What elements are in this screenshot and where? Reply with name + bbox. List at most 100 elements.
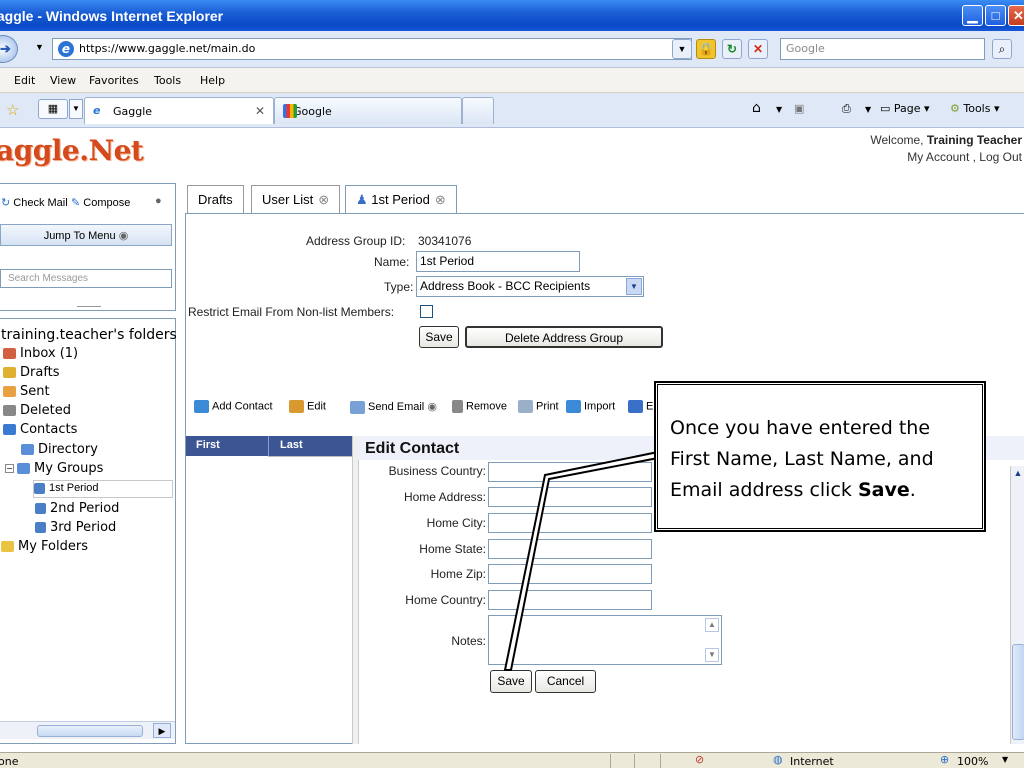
minimize-button[interactable]: ▁ [962, 5, 983, 26]
folder-contacts[interactable]: Contacts [3, 422, 77, 437]
browser-tab-google[interactable]: Google [274, 97, 462, 124]
group-1st-period[interactable]: 1st Period [33, 480, 173, 498]
group-3rd-period[interactable]: 3rd Period [35, 520, 116, 535]
group-name-value: 1st Period [420, 254, 475, 268]
scroll-thumb[interactable] [1012, 644, 1024, 740]
home-state-input[interactable] [488, 539, 652, 559]
home-address-input[interactable] [488, 487, 652, 507]
new-tab-button[interactable] [462, 97, 494, 124]
menu-favorites[interactable]: Favorites [89, 74, 139, 87]
compose-button[interactable]: ✎ Compose [71, 196, 130, 209]
tab-drafts[interactable]: Drafts [187, 185, 244, 213]
maximize-button[interactable]: □ [985, 5, 1006, 26]
notes-textarea[interactable]: ▲ ▼ [488, 615, 722, 665]
search-messages-input[interactable]: Search Messages [0, 269, 172, 288]
folder-deleted[interactable]: Deleted [3, 403, 71, 418]
menu-help[interactable]: Help [200, 74, 225, 87]
save-contact-button[interactable]: Save [490, 670, 532, 693]
folder-my-groups[interactable]: − My Groups [5, 461, 103, 476]
browser-tab-gaggle[interactable]: e Gaggle ✕ [84, 97, 274, 124]
folder-inbox[interactable]: Inbox (1) [3, 346, 78, 361]
history-dropdown-icon[interactable]: ▼ [35, 42, 44, 52]
home-icon[interactable]: ⌂ [752, 100, 761, 116]
tab-1st-period[interactable]: ♟ 1st Period ⊗ [345, 185, 457, 214]
refresh-icon[interactable]: ↻ [722, 39, 742, 59]
cancel-contact-button[interactable]: Cancel [535, 670, 596, 693]
remove-button[interactable]: Remove [452, 400, 507, 413]
lock-icon[interactable]: 🔒 [696, 39, 716, 59]
tab-user-list[interactable]: User List ⊗ [251, 185, 341, 213]
group-2nd-period[interactable]: 2nd Period [35, 501, 119, 516]
edit-button[interactable]: Edit [289, 400, 326, 413]
stop-icon[interactable]: ✕ [748, 39, 768, 59]
tab-list-dropdown-icon[interactable]: ▼ [69, 99, 83, 119]
search-box[interactable]: Google [780, 38, 985, 60]
folder-label: 3rd Period [50, 520, 117, 535]
page-menu[interactable]: ▭ Page ▾ [880, 102, 930, 115]
column-last[interactable]: Last [280, 439, 303, 451]
print-button[interactable]: Print [518, 400, 559, 413]
folder-drafts[interactable]: Drafts [3, 365, 60, 380]
import-button[interactable]: Import [566, 400, 615, 413]
popup-blocker-icon[interactable]: ⊘ [695, 753, 704, 766]
close-tab-icon[interactable]: ✕ [255, 104, 265, 118]
group-name-label: Name: [374, 255, 410, 269]
business-country-input[interactable] [488, 462, 652, 482]
group-name-input[interactable]: 1st Period [416, 251, 580, 272]
export-button[interactable]: E [628, 400, 653, 413]
group-type-select[interactable]: Address Book - BCC Recipients ▼ [416, 276, 644, 297]
folder-directory[interactable]: Directory [21, 442, 98, 457]
scroll-down-icon[interactable]: ▼ [705, 648, 719, 662]
security-zone[interactable]: Internet [790, 755, 834, 768]
folder-label: My Folders [18, 539, 88, 554]
add-contact-button[interactable]: Add Contact [194, 400, 273, 413]
column-first[interactable]: First [196, 439, 220, 451]
tools-menu[interactable]: ⚙ Tools ▾ [950, 102, 1000, 115]
folder-sent[interactable]: Sent [3, 384, 50, 399]
scroll-up-icon[interactable]: ▲ [1011, 468, 1024, 484]
send-email-button[interactable]: Send Email ◉ [350, 400, 437, 414]
menu-view[interactable]: View [50, 74, 76, 87]
close-button[interactable]: ✕ [1008, 5, 1024, 26]
compose-dropdown-icon[interactable]: ● [155, 195, 162, 207]
save-group-button[interactable]: Save [419, 326, 459, 348]
search-icon[interactable]: ⌕ [992, 39, 1012, 59]
trash-icon [452, 400, 463, 413]
scroll-up-icon[interactable]: ▲ [705, 618, 719, 632]
feeds-icon[interactable]: ▣ [794, 102, 804, 115]
favorites-star-icon[interactable]: ☆ [6, 101, 19, 119]
collapse-icon[interactable]: − [5, 464, 14, 473]
folder-my-folders[interactable]: My Folders [1, 539, 88, 554]
quick-tabs-icon[interactable]: ▦ [38, 99, 68, 119]
edit-pane-vertical-scrollbar[interactable]: ▲ [1010, 466, 1024, 744]
address-dropdown-icon[interactable]: ▼ [672, 39, 692, 59]
folder-label: Deleted [20, 403, 71, 418]
column-divider [268, 436, 269, 456]
scroll-thumb[interactable] [37, 725, 143, 737]
home-city-input[interactable] [488, 513, 652, 533]
delete-group-button[interactable]: Delete Address Group [465, 326, 663, 348]
zoom-icon: ⊕ [940, 753, 950, 766]
home-country-input[interactable] [488, 590, 652, 610]
home-dropdown-icon[interactable]: ▼ [776, 105, 782, 114]
home-zip-input[interactable] [488, 564, 652, 584]
account-links[interactable]: My Account , Log Out [870, 149, 1022, 166]
jump-to-menu-button[interactable]: Jump To Menu ◉ [0, 224, 172, 246]
tree-horizontal-scrollbar[interactable]: ▶ [0, 721, 175, 739]
site-logo[interactable]: aggle.Net [0, 134, 144, 167]
print-dropdown-icon[interactable]: ▼ [865, 105, 871, 114]
address-input[interactable]: e https://www.gaggle.net/main.do [52, 38, 692, 60]
status-bar: one ⊘ ◍ Internet ⊕ 100% ▼ [0, 752, 1024, 768]
zoom-level[interactable]: 100% [957, 755, 988, 768]
forward-button[interactable]: ➔ [0, 35, 18, 63]
close-tab-icon[interactable]: ⊗ [435, 192, 446, 207]
menu-edit[interactable]: Edit [14, 74, 35, 87]
scroll-right-icon[interactable]: ▶ [153, 723, 171, 738]
zoom-dropdown-icon[interactable]: ▼ [1002, 755, 1008, 764]
close-tab-icon[interactable]: ⊗ [318, 192, 329, 207]
contact-list-divider [268, 456, 352, 460]
restrict-checkbox[interactable] [420, 305, 433, 318]
print-icon[interactable]: ⎙ [842, 102, 851, 116]
check-mail-button[interactable]: ↻ Check Mail [1, 196, 68, 209]
menu-tools[interactable]: Tools [154, 74, 181, 87]
